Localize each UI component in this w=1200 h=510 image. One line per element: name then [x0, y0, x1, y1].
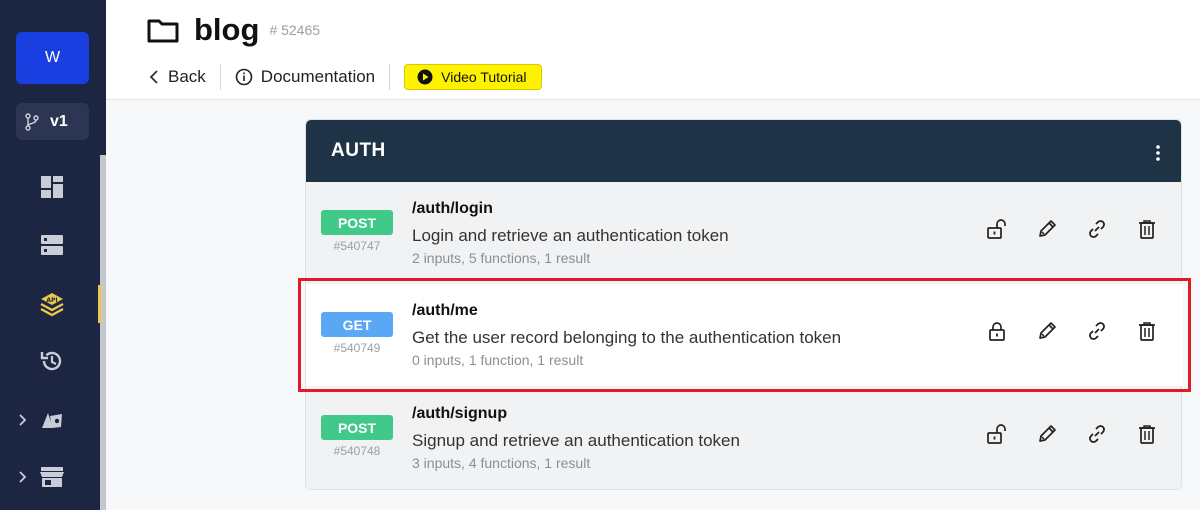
endpoint-meta: 3 inputs, 4 functions, 1 result — [412, 455, 591, 471]
active-indicator — [98, 285, 101, 323]
chevron-right-icon[interactable] — [16, 470, 30, 484]
row-actions — [986, 218, 1158, 240]
addons-icon — [42, 413, 62, 428]
branch-icon — [25, 112, 39, 131]
history-icon — [40, 351, 62, 371]
back-label: Back — [168, 67, 206, 86]
pencil-icon — [1039, 220, 1056, 237]
info-icon — [235, 68, 253, 86]
endpoint-group-panel: AUTH POST #540747 /auth/login Login and … — [305, 119, 1183, 490]
endpoint-description: Login and retrieve an authentication tok… — [412, 226, 729, 245]
copy-link-button[interactable] — [1086, 218, 1108, 240]
documentation-link[interactable]: Documentation — [235, 67, 375, 87]
endpoint-row[interactable]: POST #540748 /auth/signup Signup and ret… — [306, 387, 1183, 489]
back-button[interactable]: Back — [148, 67, 206, 87]
sidebar-item-api[interactable]: API — [38, 290, 66, 318]
method-badge: GET — [321, 312, 393, 337]
pencil-icon — [1039, 322, 1056, 339]
dashboard-icon — [41, 176, 63, 198]
row-actions — [986, 423, 1158, 445]
endpoint-meta: 2 inputs, 5 functions, 1 result — [412, 250, 591, 266]
lock-icon — [989, 322, 1005, 341]
svg-text:API: API — [46, 297, 57, 304]
sidebar-item-dashboard[interactable] — [38, 173, 66, 201]
edit-button[interactable] — [1036, 423, 1058, 445]
delete-button[interactable] — [1136, 218, 1158, 240]
api-icon: API — [40, 293, 64, 317]
sidebar-item-marketplace[interactable] — [38, 463, 66, 491]
pencil-icon — [1039, 425, 1056, 442]
title-row: blog # 52465 — [146, 12, 320, 48]
sidebar-item-addons[interactable] — [38, 406, 66, 434]
endpoint-row[interactable]: POST #540747 /auth/login Login and retri… — [306, 182, 1183, 284]
play-icon — [417, 69, 433, 85]
endpoint-id: #540749 — [333, 341, 381, 355]
group-header: AUTH — [306, 120, 1181, 182]
page-header: blog # 52465 Back Documentation Video Tu… — [106, 0, 1200, 100]
unlock-button[interactable] — [986, 218, 1008, 240]
branch-label: v1 — [50, 112, 68, 130]
endpoint-id: #540748 — [333, 444, 381, 458]
lock-button[interactable] — [986, 320, 1008, 342]
more-options-icon[interactable] — [1155, 144, 1161, 162]
delete-button[interactable] — [1136, 423, 1158, 445]
folder-icon — [147, 19, 179, 43]
header-actions: Back Documentation Video Tutorial — [148, 64, 542, 90]
group-title: AUTH — [331, 140, 386, 161]
unlock-button[interactable] — [986, 423, 1008, 445]
endpoint-description: Get the user record belonging to the aut… — [412, 328, 842, 347]
endpoint-description: Signup and retrieve an authentication to… — [412, 431, 740, 450]
endpoint-id: #540747 — [333, 239, 381, 253]
database-icon — [41, 235, 63, 255]
endpoint-meta: 0 inputs, 1 function, 1 result — [412, 352, 584, 368]
row-actions — [986, 320, 1158, 342]
copy-link-button[interactable] — [1086, 423, 1108, 445]
endpoint-path[interactable]: /auth/signup — [412, 405, 507, 423]
video-tutorial-button[interactable]: Video Tutorial — [404, 64, 542, 90]
branch-button[interactable]: v1 — [16, 103, 89, 140]
documentation-label: Documentation — [260, 67, 376, 86]
trash-icon — [1139, 322, 1155, 341]
sidebar-item-database[interactable] — [38, 231, 66, 259]
delete-button[interactable] — [1136, 320, 1158, 342]
copy-link-button[interactable] — [1086, 320, 1108, 342]
page-title: blog — [194, 12, 260, 47]
workspace-button[interactable]: W — [16, 32, 89, 84]
divider — [389, 64, 391, 90]
edit-button[interactable] — [1036, 218, 1058, 240]
endpoint-path[interactable]: /auth/login — [412, 200, 493, 218]
endpoint-row[interactable]: GET #540749 /auth/me Get the user record… — [306, 284, 1183, 386]
trash-icon — [1139, 425, 1155, 444]
endpoint-path[interactable]: /auth/me — [412, 302, 478, 320]
workspace-initial: W — [44, 49, 61, 66]
method-badge: POST — [321, 210, 393, 235]
video-tutorial-label: Video Tutorial — [441, 69, 527, 85]
trash-icon — [1139, 220, 1155, 239]
edit-button[interactable] — [1036, 320, 1058, 342]
chevron-right-icon[interactable] — [16, 413, 30, 427]
method-badge: POST — [321, 415, 393, 440]
sidebar-item-history[interactable] — [38, 347, 66, 375]
unlocked-icon — [987, 424, 1006, 444]
page-id: # 52465 — [269, 22, 321, 38]
link-icon — [1089, 322, 1105, 340]
sidebar: W v1 API — [0, 0, 106, 510]
marketplace-icon — [40, 467, 64, 487]
link-icon — [1089, 220, 1105, 238]
link-icon — [1089, 425, 1105, 443]
sidebar-scrollbar[interactable] — [100, 155, 106, 510]
chevron-left-icon — [149, 70, 158, 84]
divider — [219, 64, 221, 90]
unlocked-icon — [987, 219, 1006, 239]
